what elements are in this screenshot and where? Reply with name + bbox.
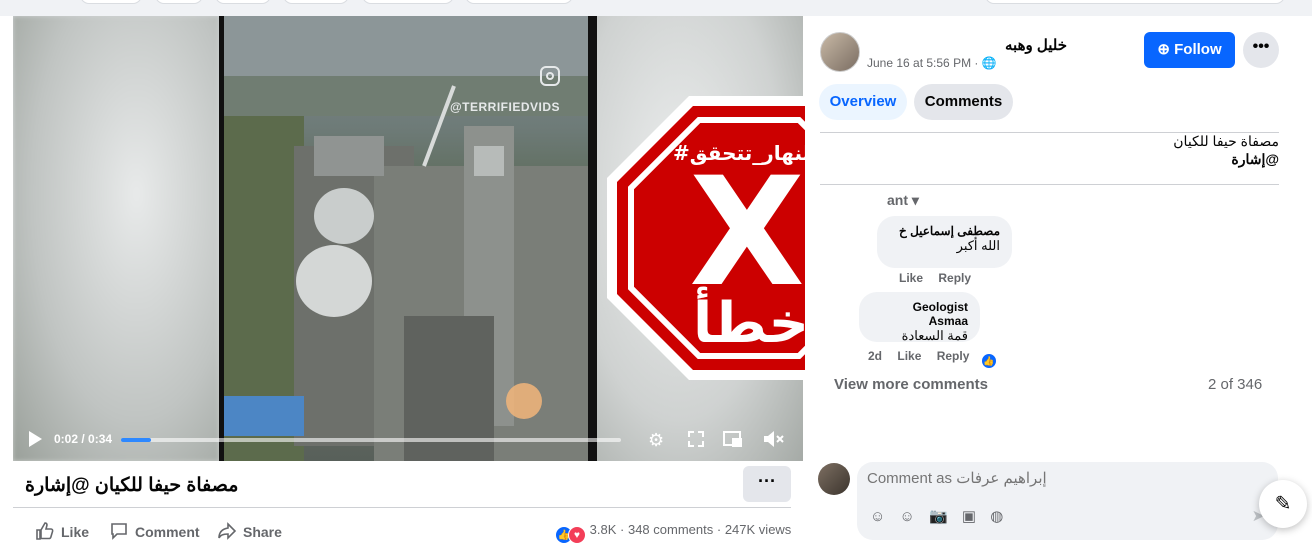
chevron-down-icon: ▾ <box>911 192 919 208</box>
comment-text: قمة السعادة <box>901 328 968 343</box>
comment-reply-link[interactable]: Reply <box>937 349 970 363</box>
comment-button[interactable]: Comment <box>109 521 200 541</box>
commenter-name[interactable]: Geologist Asmaa <box>871 300 968 328</box>
post-more-button[interactable]: ··· <box>743 466 791 502</box>
post-stats: 👍 ♥ 3.8K · 348 comments · 247K views <box>555 522 791 544</box>
tab-comments[interactable]: Comments <box>914 84 1013 120</box>
time-display: 0:02 / 0:34 <box>54 432 113 446</box>
comment-sort-dropdown[interactable]: ant ▾ <box>887 192 919 209</box>
comment-meta: Like Reply <box>899 271 983 285</box>
follow-label: Follow <box>1174 41 1222 58</box>
comment-like-link[interactable]: Like <box>897 349 921 363</box>
video-blur-left <box>13 16 219 461</box>
divider <box>13 507 791 508</box>
video-controls: 0:02 / 0:34 ⚙ <box>13 421 803 461</box>
description-tag[interactable]: @إشارة <box>1173 150 1279 168</box>
post-sidebar: خليل وهبه June 16 at 5:56 PM · 🌐 ⊕ Follo… <box>805 16 1312 545</box>
view-more-comments[interactable]: View more comments <box>834 376 988 393</box>
nav-pill[interactable] <box>283 0 349 4</box>
follow-plus-icon: ⊕ <box>1157 41 1170 58</box>
camera-icon[interactable]: 📷 <box>929 507 948 525</box>
love-reaction-icon: ♥ <box>568 526 586 544</box>
pip-icon[interactable] <box>723 430 743 452</box>
instagram-icon <box>540 66 560 86</box>
commenter-name[interactable]: مصطفى إسماعيل خ <box>889 224 1000 238</box>
comment-composer: ☺ ☺ 📷 ▣ ◍ ➤ <box>857 462 1278 540</box>
author-name[interactable]: خليل وهبه <box>1005 36 1067 54</box>
comment-icon <box>111 523 127 540</box>
avatar-sticker-icon[interactable]: ☺ <box>870 508 885 525</box>
comment-count: 2 of 346 <box>1208 376 1263 393</box>
divider <box>820 184 1279 185</box>
comment-bubble: Geologist Asmaa قمة السعادة <box>859 292 980 343</box>
sidebar-more-button[interactable]: ••• <box>1243 32 1279 68</box>
comment-age[interactable]: 2d <box>868 349 882 363</box>
composer-tools: ☺ ☺ 📷 ▣ ◍ <box>870 507 1013 525</box>
post-description: مصفاة حيفا للكيان @إشارة <box>1173 132 1279 168</box>
gif-icon[interactable]: ▣ <box>962 507 976 525</box>
author-avatar[interactable] <box>820 32 860 72</box>
like-label: Like <box>61 524 90 540</box>
comment-label: Comment <box>135 524 200 540</box>
video-watermark: @TERRIFIEDVIDS <box>449 100 560 114</box>
sort-label: ant <box>887 192 908 208</box>
comment-text: الله أكبر <box>956 238 1000 253</box>
separator: · <box>716 522 722 537</box>
top-nav-strip <box>0 0 1312 16</box>
separator: · <box>620 522 625 537</box>
nav-pill[interactable] <box>155 0 203 4</box>
follow-button[interactable]: ⊕ Follow <box>1144 32 1235 68</box>
refinery-scene: @TERRIFIEDVIDS <box>224 16 588 461</box>
play-icon[interactable] <box>27 430 43 452</box>
like-button[interactable]: Like <box>35 521 89 541</box>
globe-icon: 🌐 <box>981 56 997 70</box>
new-message-icon[interactable]: ✎ <box>1259 480 1307 528</box>
description-text: مصفاة حيفا للكيان <box>1173 133 1279 149</box>
stop-verdict: خطأ <box>693 286 809 356</box>
like-reaction-icon: 👍 <box>980 353 997 369</box>
comment-bubble: مصطفى إسماعيل خ الله أكبر <box>877 216 1012 268</box>
tab-overview[interactable]: Overview <box>819 84 907 120</box>
share-icon <box>218 522 237 540</box>
post-title: مصفاة حيفا للكيان @إشارة <box>25 475 239 496</box>
current-user-avatar[interactable] <box>818 463 850 495</box>
comment-like-link[interactable]: Like <box>899 271 923 285</box>
thumbs-up-icon <box>36 522 54 540</box>
nav-pill[interactable] <box>215 0 271 4</box>
emoji-icon[interactable]: ☺ <box>900 508 915 525</box>
media-pane: @TERRIFIEDVIDS #النهار_تتحقق X خطأ 0:02 … <box>0 16 891 545</box>
sticker-icon[interactable]: ◍ <box>990 507 1003 525</box>
comments-count[interactable]: 348 comments <box>628 522 713 537</box>
comment-input[interactable] <box>867 470 1197 487</box>
reaction-count[interactable]: 3.8K <box>590 522 617 537</box>
fullscreen-icon[interactable] <box>687 430 705 452</box>
progress-bar[interactable] <box>121 438 621 442</box>
share-label: Share <box>243 524 282 540</box>
nav-pill[interactable] <box>465 0 573 4</box>
nav-pill[interactable] <box>362 0 454 4</box>
post-timestamp[interactable]: June 16 at 5:56 PM · 🌐 <box>867 56 997 70</box>
refinery-illustration <box>224 16 588 461</box>
comment-meta: 2d Like Reply 👍 <box>868 349 1009 369</box>
nav-pill[interactable] <box>80 0 142 4</box>
comment-reply-link[interactable]: Reply <box>938 271 971 285</box>
search-bar[interactable] <box>985 0 1285 4</box>
settings-gear-icon[interactable]: ⚙ <box>648 430 664 450</box>
progress-fill <box>121 438 151 442</box>
mute-icon[interactable] <box>763 430 785 452</box>
video-frame: @TERRIFIEDVIDS <box>219 16 597 461</box>
share-button[interactable]: Share <box>217 521 282 541</box>
views-count: 247K views <box>724 522 792 537</box>
timestamp-text: June 16 at 5:56 PM · <box>867 56 979 70</box>
